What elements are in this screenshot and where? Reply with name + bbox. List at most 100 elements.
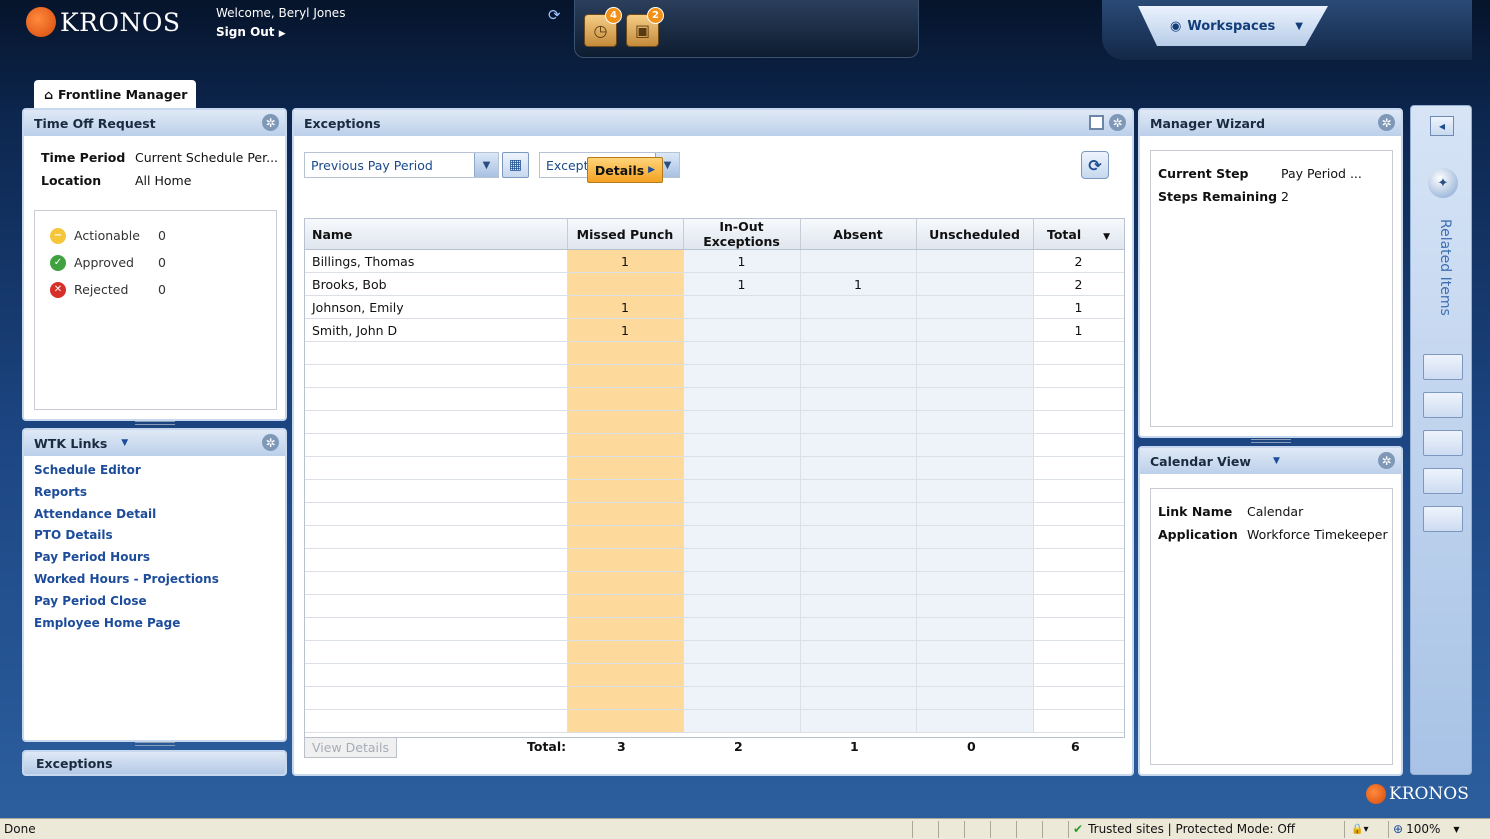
caret-right-icon: ▶ <box>278 29 286 39</box>
check-icon: ✔ <box>1073 822 1084 836</box>
gear-icon[interactable]: ✲ <box>1378 452 1395 469</box>
table-cell <box>916 640 1034 664</box>
view-details-button[interactable]: View Details <box>304 737 397 758</box>
calendar-grid-icon: ▦ <box>508 157 523 173</box>
table-cell <box>683 640 801 664</box>
table-row[interactable]: Brooks, Bob 1 1 2 <box>305 272 1124 296</box>
total-unscheduled: 0 <box>967 739 976 754</box>
zoom-control[interactable]: ⊕ 100% ▼ <box>1388 820 1468 838</box>
table-cell <box>916 410 1034 434</box>
empty-table-row <box>305 502 1124 526</box>
link-pay-period-hours[interactable]: Pay Period Hours <box>34 547 219 569</box>
table-row[interactable]: Johnson, Emily 1 1 <box>305 295 1124 319</box>
table-cell <box>683 686 801 710</box>
related-items-label[interactable]: Related Items <box>1433 219 1453 329</box>
table-row[interactable]: Billings, Thomas 1 1 2 <box>305 249 1124 273</box>
sign-out-link[interactable]: Sign Out ▶ <box>216 23 345 44</box>
security-zone[interactable]: ✔ Trusted sites | Protected Mode: Off <box>1068 820 1344 838</box>
rail-slot[interactable] <box>1423 354 1463 380</box>
panel-title: WTK Links ▼ ✲ <box>24 430 285 456</box>
table-cell <box>800 479 917 503</box>
link-employee-home-page[interactable]: Employee Home Page <box>34 613 219 635</box>
table-cell <box>305 571 568 595</box>
link-pay-period-close[interactable]: Pay Period Close <box>34 591 219 613</box>
empty-table-row <box>305 617 1124 641</box>
x-circle-icon: ✕ <box>50 281 66 298</box>
table-cell <box>683 709 801 733</box>
chevron-down-icon[interactable]: ▼ <box>121 438 128 448</box>
column-header-missed-punch[interactable]: Missed Punch <box>567 219 684 250</box>
chevron-down-icon: ▼ <box>474 153 498 177</box>
status-rejected[interactable]: ✕ Rejected 0 <box>50 276 166 303</box>
pay-period-select[interactable]: Previous Pay Period ▼ <box>304 152 499 178</box>
tab-frontline-manager[interactable]: ⌂ Frontline Manager <box>34 80 196 108</box>
protected-mode-lock-icon[interactable]: 🔒▾ <box>1344 820 1388 838</box>
resize-handle[interactable] <box>135 421 175 425</box>
current-step-value[interactable]: Pay Period ... <box>1281 162 1362 185</box>
empty-table-row <box>305 709 1124 733</box>
home-icon: ⌂ <box>44 86 53 102</box>
link-schedule-editor[interactable]: Schedule Editor <box>34 460 219 482</box>
table-cell <box>567 456 684 480</box>
column-header-absent[interactable]: Absent <box>800 219 917 250</box>
refresh-icon[interactable]: ⟳ <box>548 6 561 24</box>
column-header-unscheduled[interactable]: Unscheduled <box>916 219 1034 250</box>
table-cell <box>800 387 917 411</box>
table-cell <box>683 433 801 457</box>
related-items-globe-icon[interactable]: ✦ <box>1428 168 1458 198</box>
rail-slot[interactable] <box>1423 392 1463 418</box>
table-cell <box>305 364 568 388</box>
link-reports[interactable]: Reports <box>34 482 219 504</box>
gear-icon[interactable]: ✲ <box>262 434 279 451</box>
table-cell <box>916 249 1034 273</box>
workspaces-menu[interactable]: ◉ Workspaces ▼ <box>1138 6 1328 46</box>
rail-slot[interactable] <box>1423 430 1463 456</box>
gear-icon[interactable]: ✲ <box>1109 114 1126 131</box>
resize-handle[interactable] <box>135 742 175 746</box>
check-circle-icon: ✓ <box>50 254 66 271</box>
resize-handle[interactable] <box>1251 439 1291 443</box>
table-cell <box>800 364 917 388</box>
gear-icon[interactable]: ✲ <box>262 114 279 131</box>
maximize-icon[interactable] <box>1089 115 1104 130</box>
link-worked-hours-projections[interactable]: Worked Hours - Projections <box>34 569 219 591</box>
clock-clipboard-icon: ◷ <box>593 21 608 40</box>
table-cell <box>683 525 801 549</box>
exceptions-collapsed-panel[interactable]: Exceptions <box>22 750 287 776</box>
link-attendance-detail[interactable]: Attendance Detail <box>34 504 219 526</box>
table-cell <box>305 548 568 572</box>
table-cell <box>305 502 568 526</box>
chevron-down-icon[interactable]: ▼ <box>1273 456 1280 466</box>
rail-slot[interactable] <box>1423 506 1463 532</box>
rail-slot[interactable] <box>1423 468 1463 494</box>
table-cell <box>1033 456 1124 480</box>
link-pto-details[interactable]: PTO Details <box>34 525 219 547</box>
timecard-alerts-button[interactable]: ◷ 4 <box>584 7 622 47</box>
table-cell <box>800 709 917 733</box>
table-cell <box>567 571 684 595</box>
gear-icon[interactable]: ✲ <box>1378 114 1395 131</box>
table-row[interactable]: Smith, John D11 <box>305 318 1124 342</box>
package-alerts-button[interactable]: ▣ 2 <box>626 7 664 47</box>
table-cell <box>1033 525 1124 549</box>
collapse-rail-icon[interactable]: ◂ <box>1430 116 1454 136</box>
column-header-name[interactable]: Name <box>305 219 568 250</box>
calendar-picker-button[interactable]: ▦ <box>502 152 529 178</box>
table-cell <box>305 479 568 503</box>
refresh-button[interactable]: ⟳ <box>1081 151 1109 179</box>
status-actionable[interactable]: − Actionable 0 <box>50 222 166 249</box>
table-cell <box>683 502 801 526</box>
column-header-total[interactable]: Total ▼ <box>1033 219 1124 250</box>
table-cell: Billings, Thomas <box>305 249 568 273</box>
refresh-icon: ⟳ <box>1088 155 1102 175</box>
status-approved[interactable]: ✓ Approved 0 <box>50 249 166 276</box>
exceptions-table: Name Missed Punch In-Out Exceptions Abse… <box>305 219 1124 733</box>
details-button[interactable]: Details ▶ <box>587 157 663 183</box>
table-cell: 1 <box>800 272 917 296</box>
empty-table-row <box>305 479 1124 503</box>
table-cell <box>916 272 1034 296</box>
status-cell <box>964 820 990 838</box>
empty-table-row <box>305 387 1124 411</box>
column-header-in-out-exceptions[interactable]: In-Out Exceptions <box>683 219 801 250</box>
table-cell <box>683 594 801 618</box>
